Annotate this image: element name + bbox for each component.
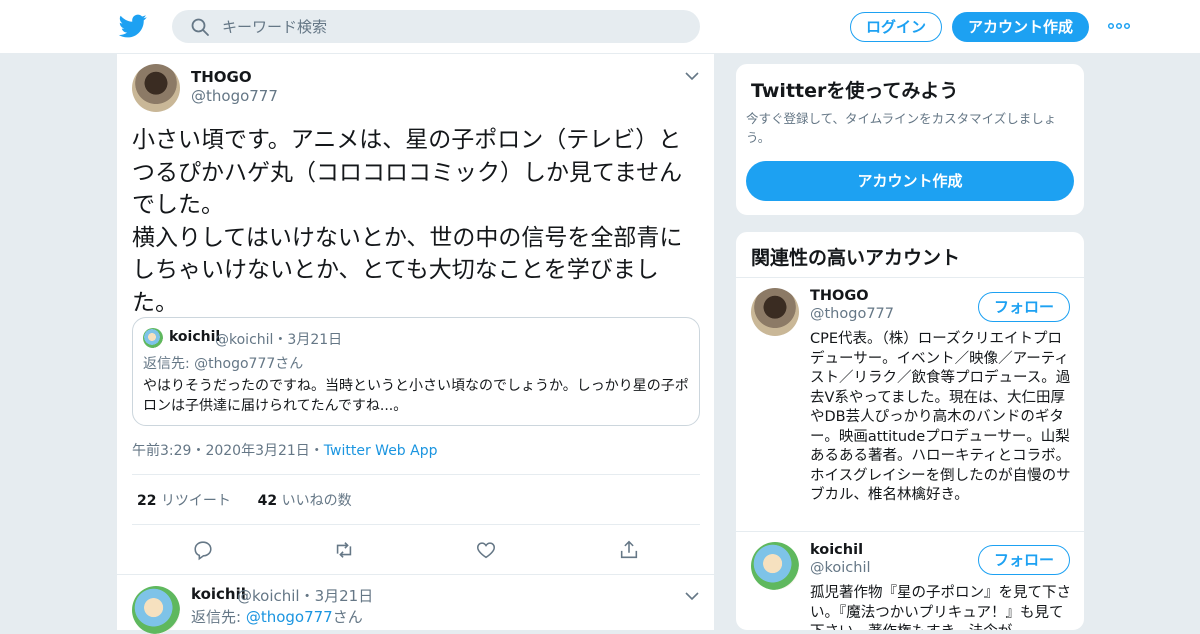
divider — [736, 531, 1084, 532]
likes-label: いいねの数 — [281, 493, 352, 509]
reply-icon[interactable] — [192, 539, 214, 561]
tweet-author-name[interactable]: THOGO — [191, 68, 252, 86]
avatar[interactable] — [751, 542, 799, 590]
signup-card: Twitterを使ってみよう 今すぐ登録して、タイムラインをカスタマイズしましょ… — [735, 63, 1085, 216]
tweet-metadata: 午前3:29・2020年3月21日・Twitter Web App — [132, 440, 438, 460]
signup-card-subtitle: 今すぐ登録して、タイムラインをカスタマイズしましょう。 — [746, 111, 1057, 145]
tweet-author-handle[interactable]: @thogo777 — [191, 87, 278, 105]
search-input[interactable] — [222, 14, 682, 39]
account-bio: CPE代表。（株）ローズクリエイトプロデューサー。イベント／映像／アーティスト／… — [810, 331, 1071, 503]
tweet-column: THOGO @thogo777 小さい頃です。アニメは、星の子ポロン（テレビ）と… — [116, 54, 715, 634]
login-button[interactable]: ログイン — [850, 12, 942, 42]
reply-to-prefix: 返信先: — [191, 608, 246, 626]
retweets-label: リツイート — [160, 493, 231, 509]
reply-to-suffix: さん — [332, 608, 363, 626]
signup-button[interactable]: アカウント作成 — [952, 12, 1089, 42]
retweets-stat[interactable]: 22 リツイート — [137, 493, 231, 509]
follow-button[interactable]: フォロー — [978, 292, 1070, 322]
divider — [736, 277, 1084, 278]
divider — [132, 474, 700, 475]
signup-card-button[interactable]: アカウント作成 — [746, 161, 1074, 201]
reply-to-handle-link[interactable]: @thogo777 — [246, 608, 333, 626]
likes-stat[interactable]: 42 いいねの数 — [258, 493, 352, 509]
account-handle[interactable]: @koichil — [810, 560, 871, 576]
tweet-text: 小さい頃です。アニメは、星の子ポロン（テレビ）とつるぴかハゲ丸（コロコロコミック… — [132, 127, 683, 316]
tweet-source-link[interactable]: Twitter Web App — [324, 443, 438, 459]
divider — [132, 524, 700, 525]
quoted-author-handle-date: @koichil・3月21日 — [215, 332, 343, 348]
more-icon[interactable] — [1107, 18, 1131, 34]
quoted-text: やはりそうだったのですね。当時というと小さい頃なのでしょうか。しっかり星の子ポロ… — [143, 378, 689, 414]
avatar[interactable] — [751, 288, 799, 336]
account-handle[interactable]: @thogo777 — [810, 306, 894, 322]
account-bio: 孤児著作物『星の子ポロン』を見て下さい。『魔法つかいプリキュア！』も見て下さい。… — [810, 585, 1071, 630]
follow-button[interactable]: フォロー — [978, 545, 1070, 575]
tweet-timestamp[interactable]: 午前3:29・2020年3月21日・ — [132, 443, 324, 459]
reply-author-handle-date[interactable]: @koichil・3月21日 — [237, 585, 373, 606]
related-accounts-card: 関連性の高いアカウント THOGO @thogo777 フォロー CPE代表。（… — [735, 231, 1085, 631]
share-icon[interactable] — [618, 539, 640, 561]
account-name[interactable]: koichil — [810, 542, 863, 558]
tweet-stats: 22 リツイート 42 いいねの数 — [137, 490, 352, 510]
account-name[interactable]: THOGO — [810, 288, 869, 304]
avatar[interactable] — [132, 64, 180, 112]
quoted-author-name: koichil — [169, 329, 221, 345]
quoted-tweet[interactable]: koichil @koichil・3月21日 返信先: @thogo777さん … — [132, 317, 700, 426]
twitter-bird-icon[interactable] — [118, 12, 148, 40]
top-bar: ログイン アカウント作成 — [0, 0, 1200, 54]
signup-card-title: Twitterを使ってみよう — [751, 80, 959, 102]
like-icon[interactable] — [475, 539, 497, 561]
reply-to-line: 返信先: @thogo777さん — [191, 606, 363, 627]
likes-count: 42 — [257, 493, 278, 509]
chevron-down-icon[interactable] — [685, 71, 699, 81]
avatar — [143, 328, 163, 348]
quoted-reply-to: 返信先: @thogo777さん — [143, 356, 304, 372]
avatar[interactable] — [132, 586, 180, 634]
search-bar — [172, 10, 700, 43]
retweets-count: 22 — [137, 493, 157, 509]
reply-tweet[interactable]: koichil @koichil・3月21日 返信先: @thogo777さん — [117, 574, 714, 634]
retweet-icon[interactable] — [333, 539, 355, 561]
related-accounts-title: 関連性の高いアカウント — [751, 247, 961, 269]
chevron-down-icon[interactable] — [685, 591, 699, 601]
search-icon — [191, 18, 209, 36]
